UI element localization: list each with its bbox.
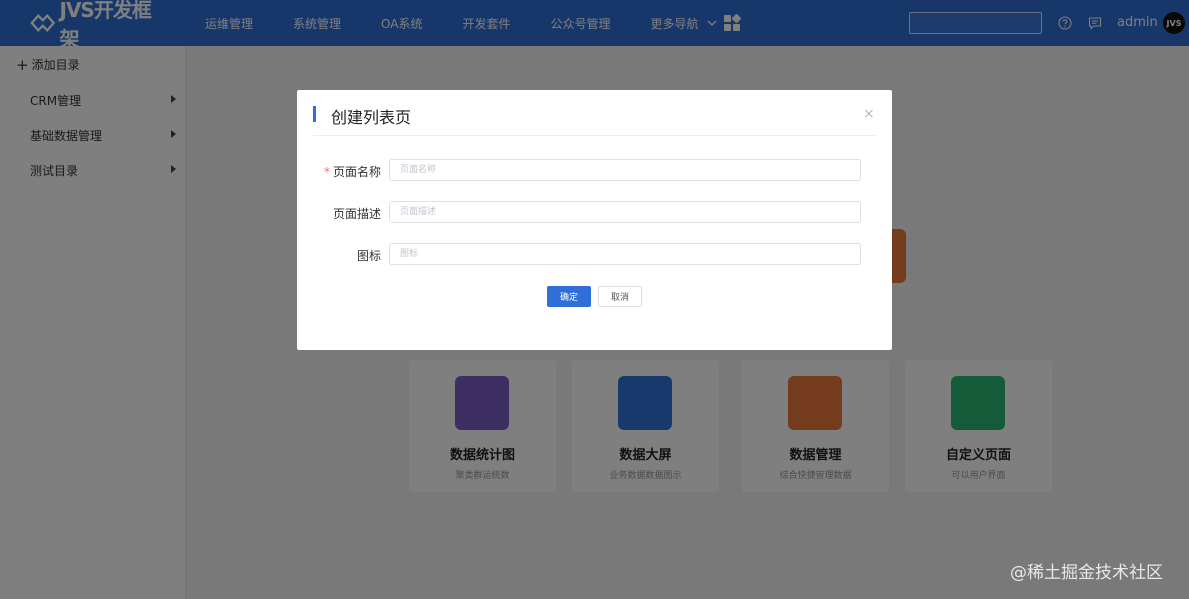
title-accent-bar — [313, 106, 316, 122]
icon-input[interactable] — [389, 243, 861, 265]
page-desc-label: 页面描述 — [332, 207, 381, 221]
dialog-title: 创建列表页 — [331, 108, 412, 127]
close-icon[interactable]: × — [863, 106, 875, 122]
page-name-input[interactable] — [389, 159, 861, 181]
cancel-button[interactable]: 取消 — [598, 286, 642, 307]
icon-label: 图标 — [356, 249, 381, 263]
create-list-page-dialog: 创建列表页 × *页面名称 页面描述 图标 确定 取消 — [297, 90, 892, 350]
confirm-button[interactable]: 确定 — [547, 286, 591, 307]
label-text: 页面名称 — [332, 165, 381, 179]
required-mark: * — [323, 165, 330, 179]
watermark: @稀土掘金技术社区 — [1010, 563, 1163, 583]
dialog-divider — [313, 135, 876, 136]
page-name-label: * 页面名称 — [299, 163, 381, 180]
page-desc-input[interactable] — [389, 201, 861, 223]
